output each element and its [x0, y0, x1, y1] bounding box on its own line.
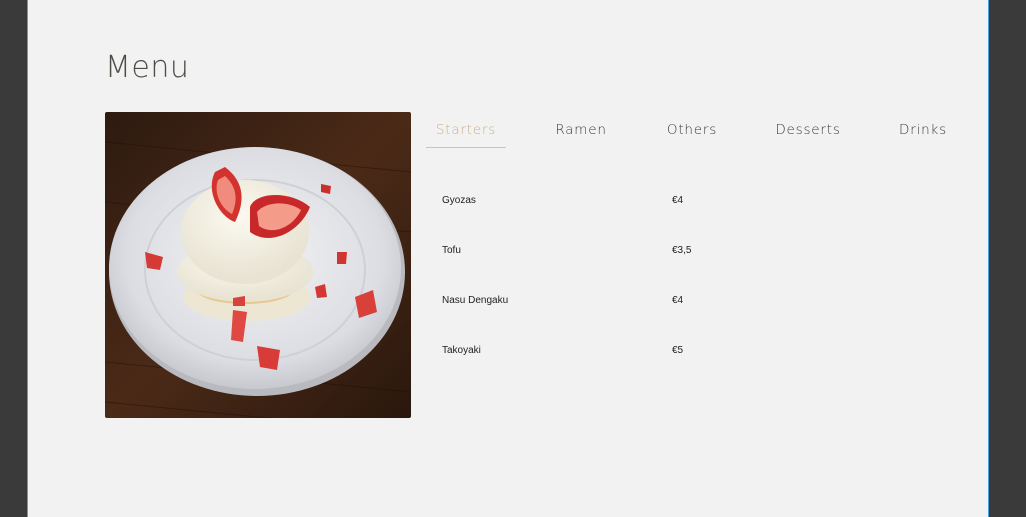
tab-drinks[interactable]: Drinks [895, 118, 951, 147]
menu-item: Takoyaki €5 [442, 340, 742, 362]
menu-item-name: Gyozas [442, 195, 476, 206]
tab-desserts[interactable]: Desserts [772, 118, 844, 147]
menu-item-name: Takoyaki [442, 345, 481, 356]
tab-starters[interactable]: Starters [426, 118, 506, 148]
menu-item-name: Nasu Dengaku [442, 295, 509, 306]
pancake-image [105, 112, 411, 418]
menu-item: Tofu €3,5 [442, 240, 742, 262]
tab-ramen[interactable]: Ramen [551, 118, 611, 147]
page-title: Menu [105, 50, 190, 85]
dessert-photo [105, 112, 411, 418]
tab-others[interactable]: Others [662, 118, 722, 147]
menu-category-tabs: Starters Ramen Others Desserts Drinks [426, 118, 966, 148]
menu-item: Nasu Dengaku €4 [442, 290, 742, 312]
menu-item: Gyozas €4 [442, 190, 742, 212]
menu-item-price: €3,5 [672, 245, 692, 256]
menu-item-price: €5 [672, 345, 684, 356]
menu-item-price: €4 [672, 295, 684, 306]
menu-item-price: €4 [672, 195, 684, 206]
menu-item-name: Tofu [442, 245, 461, 256]
menu-page: Menu Starters Ramen Others Desserts Drin… [27, 0, 989, 517]
